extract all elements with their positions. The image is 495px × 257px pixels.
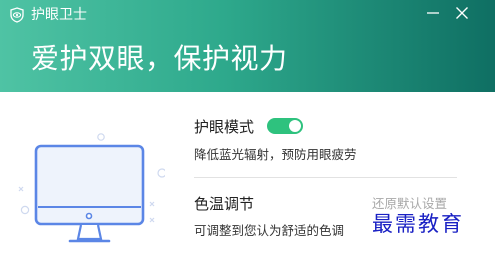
decor-sparkle — [18, 186, 24, 192]
color-temp-label: 色温调节 — [194, 195, 255, 213]
header-banner: 护眼卫士 爱护双眼，保护视力 — [0, 0, 495, 92]
slogan: 爱护双眼，保护视力 — [31, 42, 288, 75]
decor-sparkle — [149, 217, 155, 223]
section-divider — [194, 177, 457, 178]
watermark-text: 最需教育 — [372, 212, 464, 236]
color-temp-description: 可调整到您认为舒适的色调 — [194, 223, 345, 238]
close-icon — [456, 7, 468, 19]
monitor-screen — [34, 144, 145, 226]
toggle-knob — [289, 120, 301, 132]
monitor-illustration — [18, 133, 165, 243]
decor-sparkle — [149, 201, 155, 207]
monitor-power-dot — [85, 212, 93, 220]
minimize-button[interactable] — [418, 0, 448, 26]
monitor-stand — [76, 224, 103, 241]
close-button[interactable] — [447, 0, 477, 26]
decor-circle — [157, 168, 165, 178]
eye-mode-toggle[interactable] — [267, 118, 303, 134]
decor-circle — [97, 133, 105, 141]
app-title: 护眼卫士 — [31, 7, 87, 23]
decor-circle — [20, 205, 30, 215]
eye-mode-description: 降低蓝光辐射，预防用眼疲劳 — [194, 147, 357, 162]
eye-shield-icon — [10, 7, 24, 23]
minimize-icon — [427, 12, 439, 14]
eye-mode-label: 护眼模式 — [194, 118, 255, 136]
